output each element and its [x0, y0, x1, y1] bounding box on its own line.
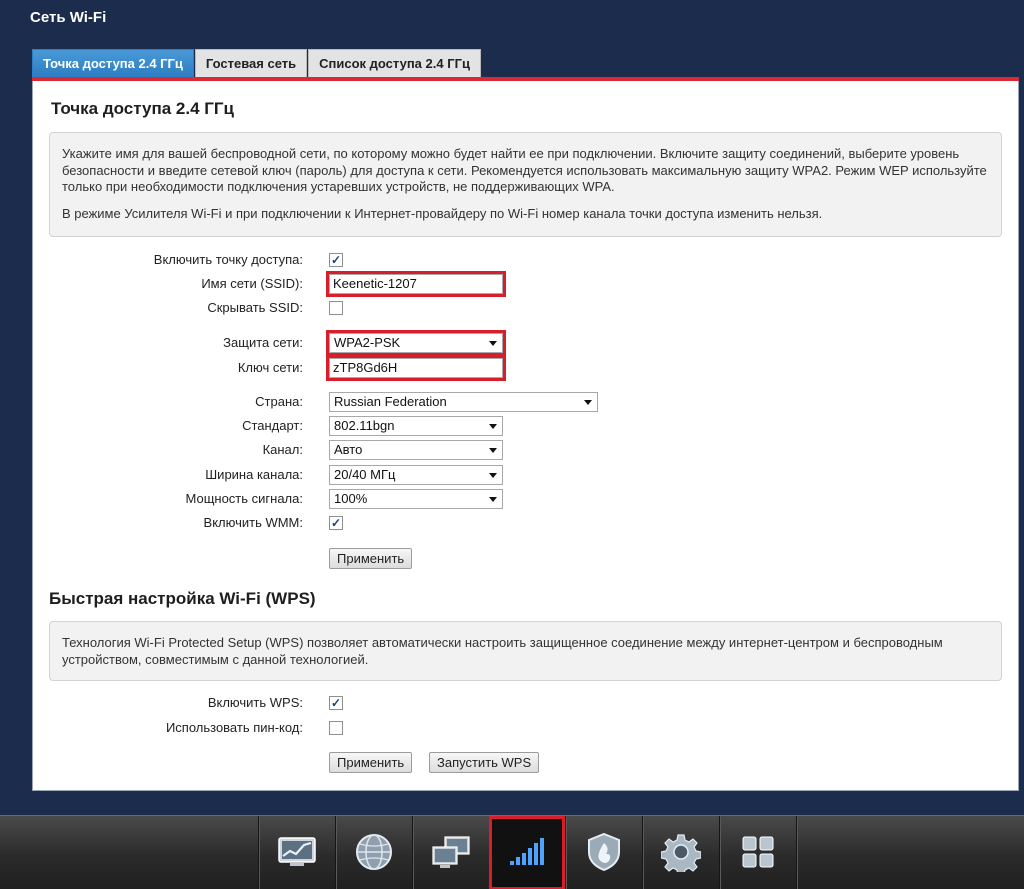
globe-icon: [354, 832, 394, 875]
wifi-signal-icon: [507, 836, 547, 871]
enable-wps-row: Включить WPS: ✓: [33, 693, 633, 713]
channel-select[interactable]: Авто: [329, 440, 503, 460]
channel-width-row: Ширина канала: 20/40 МГц: [33, 465, 633, 485]
bottom-dock: [0, 815, 1024, 889]
hide-ssid-checkbox[interactable]: [329, 301, 343, 315]
chevron-down-icon: [489, 448, 497, 453]
channel-row: Канал: Авто: [33, 440, 633, 460]
security-select[interactable]: WPA2-PSK: [326, 330, 506, 356]
dock-home-network-button[interactable]: [413, 816, 489, 889]
country-select[interactable]: Russian Federation: [329, 392, 598, 412]
dock-wifi-button[interactable]: [489, 816, 565, 889]
hide-ssid-row: Скрывать SSID:: [33, 298, 633, 318]
country-row: Страна: Russian Federation: [33, 392, 633, 412]
standard-row: Стандарт: 802.11bgn: [33, 416, 633, 436]
chevron-down-icon: [489, 473, 497, 478]
window-title: Сеть Wi-Fi: [30, 9, 107, 26]
wps-apply-button[interactable]: Применить: [329, 752, 413, 773]
key-row: Ключ сети: zTP8Gd6H: [33, 355, 633, 381]
use-pin-row: Использовать пин-код:: [33, 718, 633, 738]
ssid-row: Имя сети (SSID): Keenetic-1207: [33, 271, 633, 297]
country-select-value: Russian Federation: [334, 394, 447, 409]
enable-ap-checkbox[interactable]: ✓: [329, 253, 343, 267]
dock-monitor-button[interactable]: [259, 816, 335, 889]
signal-power-label: Мощность сигнала:: [185, 491, 304, 506]
chevron-down-icon: [584, 400, 592, 405]
info-paragraph: Технология Wi-Fi Protected Setup (WPS) п…: [62, 635, 943, 667]
tab-access-list-24[interactable]: Список доступа 2.4 ГГц: [308, 49, 481, 77]
use-pin-label: Использовать пин-код:: [165, 720, 303, 735]
standard-select-value: 802.11bgn: [334, 418, 395, 433]
security-row: Защита сети: WPA2-PSK: [33, 330, 633, 356]
channel-select-value: Авто: [334, 442, 363, 457]
info-paragraph: В режиме Усилителя Wi-Fi и при подключен…: [62, 205, 823, 221]
dock-apps-button[interactable]: [720, 816, 796, 889]
access-point-info-box: Укажите имя для вашей беспроводной сети,…: [49, 132, 1002, 237]
chevron-down-icon: [489, 424, 497, 429]
channel-label: Канал:: [262, 442, 303, 457]
enable-wps-label: Включить WPS:: [207, 695, 303, 710]
wmm-checkbox[interactable]: ✓: [329, 516, 343, 530]
monitor-chart-icon: [276, 835, 318, 872]
signal-power-select-value: 100%: [334, 491, 368, 506]
wmm-row: Включить WMM: ✓: [33, 513, 633, 533]
dock-security-button[interactable]: [566, 816, 642, 889]
tab-guest-network[interactable]: Гостевая сеть: [194, 49, 308, 77]
wps-info-box: Технология Wi-Fi Protected Setup (WPS) п…: [49, 621, 1002, 681]
key-input[interactable]: zTP8Gd6H: [326, 355, 506, 381]
channel-width-select[interactable]: 20/40 МГц: [329, 465, 503, 485]
channel-width-label: Ширина канала:: [205, 467, 303, 482]
standard-label: Стандарт:: [242, 418, 303, 433]
channel-width-select-value: 20/40 МГц: [334, 467, 396, 482]
chevron-down-icon: [489, 497, 497, 502]
section-title-access-point: Точка доступа 2.4 ГГц: [51, 99, 234, 118]
enable-wps-checkbox[interactable]: ✓: [329, 696, 343, 710]
apps-grid-icon: [741, 835, 775, 872]
key-label: Ключ сети:: [237, 360, 303, 375]
settings-panel: Точка доступа 2.4 ГГц Укажите имя для ва…: [32, 81, 1019, 791]
use-pin-checkbox[interactable]: [329, 721, 343, 735]
signal-power-select[interactable]: 100%: [329, 489, 503, 509]
wmm-label: Включить WMM:: [203, 515, 303, 530]
dock-internet-button[interactable]: [336, 816, 412, 889]
shield-icon: [586, 832, 622, 875]
enable-ap-label: Включить точку доступа:: [153, 252, 303, 267]
apply-button[interactable]: Применить: [329, 548, 413, 569]
gear-icon: [660, 832, 702, 876]
ssid-label: Имя сети (SSID):: [201, 276, 303, 291]
network-computers-icon: [429, 833, 473, 874]
signal-power-row: Мощность сигнала: 100%: [33, 489, 633, 509]
security-select-value: WPA2-PSK: [334, 335, 401, 350]
info-paragraph: Укажите имя для вашей беспроводной сети,…: [62, 146, 987, 194]
standard-select[interactable]: 802.11bgn: [329, 416, 503, 436]
enable-ap-row: Включить точку доступа: ✓: [33, 250, 633, 270]
hide-ssid-label: Скрывать SSID:: [207, 300, 303, 315]
section-title-wps: Быстрая настройка Wi-Fi (WPS): [49, 589, 316, 608]
start-wps-button[interactable]: Запустить WPS: [429, 752, 540, 773]
dock-system-button[interactable]: [643, 816, 719, 889]
ssid-input[interactable]: Keenetic-1207: [326, 271, 506, 297]
tab-access-point-24[interactable]: Точка доступа 2.4 ГГц: [32, 49, 194, 77]
country-label: Страна:: [255, 394, 303, 409]
security-label: Защита сети:: [223, 335, 303, 350]
tab-bar: Точка доступа 2.4 ГГц Гостевая сеть Спис…: [32, 49, 482, 77]
chevron-down-icon: [489, 341, 497, 346]
